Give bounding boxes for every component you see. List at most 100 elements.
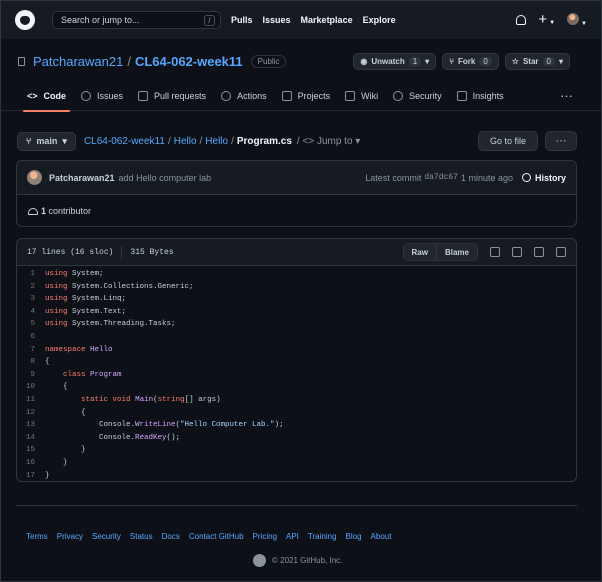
nav-marketplace[interactable]: Marketplace <box>301 15 353 25</box>
tab-label: Projects <box>297 90 331 101</box>
create-new-button[interactable]: + ▼ <box>538 12 555 27</box>
desktop-icon[interactable] <box>490 247 500 257</box>
branch-selector[interactable]: ⑂ main ▾ <box>17 131 76 151</box>
nav-issues[interactable]: Issues <box>263 15 291 25</box>
raw-button[interactable]: Raw <box>403 244 436 260</box>
tab-security[interactable]: Security <box>393 81 442 111</box>
line-number[interactable]: 11 <box>17 394 45 407</box>
line-number[interactable]: 16 <box>17 457 45 470</box>
github-logo-icon[interactable] <box>15 10 35 30</box>
source-code: } <box>45 470 50 482</box>
tab-pull-requests[interactable]: Pull requests <box>138 81 206 111</box>
footer-link-docs[interactable]: Docs <box>162 532 180 541</box>
chevron-down-icon: ▾ <box>425 56 430 66</box>
footer-link-api[interactable]: API <box>286 532 299 541</box>
line-number[interactable]: 6 <box>17 331 45 344</box>
profile-menu-button[interactable]: ▼ <box>567 13 587 27</box>
tab-code[interactable]: <> Code <box>22 81 71 112</box>
path-separator: / <box>127 53 131 69</box>
breadcrumb-repo-link[interactable]: CL64-062-week11 <box>84 136 165 147</box>
bell-icon[interactable] <box>516 15 527 25</box>
line-number[interactable]: 3 <box>17 293 45 306</box>
pull-request-icon <box>138 90 149 101</box>
footer-link-contact[interactable]: Contact GitHub <box>189 532 244 541</box>
line-number[interactable]: 10 <box>17 381 45 394</box>
github-logo-icon[interactable] <box>253 554 266 567</box>
line-number[interactable]: 13 <box>17 419 45 432</box>
jump-to-button[interactable]: / <> Jump to ▾ <box>297 136 360 147</box>
footer-link-training[interactable]: Training <box>308 532 337 541</box>
line-number[interactable]: 4 <box>17 306 45 319</box>
tab-wiki[interactable]: Wiki <box>345 81 378 111</box>
line-number[interactable]: 14 <box>17 432 45 445</box>
repo-name-link[interactable]: CL64-062-week11 <box>135 54 243 69</box>
line-number[interactable]: 2 <box>17 281 45 294</box>
nav-explore[interactable]: Explore <box>363 15 396 25</box>
search-placeholder: Search or jump to... <box>61 15 140 25</box>
code-token: string <box>157 395 185 404</box>
shield-icon <box>393 90 404 101</box>
code-token: Console. <box>45 421 136 430</box>
line-number[interactable]: 1 <box>17 268 45 281</box>
commit-message-link[interactable]: add Hello computer lab <box>119 173 212 183</box>
people-icon <box>28 207 38 215</box>
footer-link-terms[interactable]: Terms <box>26 532 48 541</box>
code-token: using <box>45 282 68 291</box>
breadcrumb-folder-link[interactable]: Hello <box>174 136 197 147</box>
tab-insights[interactable]: Insights <box>456 81 504 111</box>
line-number[interactable]: 7 <box>17 344 45 357</box>
tab-label: Pull requests <box>154 90 207 101</box>
code-view[interactable]: 1 using System; 2 using System.Collections.… <box>17 266 576 482</box>
code-token: { <box>45 383 68 392</box>
copyright-text: © 2021 GitHub, Inc. <box>272 556 343 565</box>
code-line: 3 using System.Linq; <box>17 293 576 306</box>
star-label: Star <box>522 56 539 66</box>
unwatch-button[interactable]: ◉ Unwatch 1 ▾ <box>353 52 437 70</box>
footer-link-pricing[interactable]: Pricing <box>253 532 277 541</box>
graph-icon <box>456 90 467 101</box>
go-to-file-button[interactable]: Go to file <box>477 131 538 151</box>
trash-icon[interactable] <box>556 247 566 257</box>
line-number[interactable]: 12 <box>17 407 45 420</box>
star-count: 0 <box>542 56 555 66</box>
fork-button[interactable]: ⑂ Fork 0 <box>442 52 499 70</box>
footer-link-about[interactable]: About <box>371 532 392 541</box>
footer-link-status[interactable]: Status <box>130 532 153 541</box>
code-token: System.Collections.Generic; <box>67 282 194 291</box>
code-token: ); <box>274 421 284 430</box>
tab-projects[interactable]: Projects <box>281 81 331 111</box>
blame-button[interactable]: Blame <box>435 244 477 260</box>
source-code: using System.Linq; <box>45 293 126 306</box>
tab-actions[interactable]: Actions <box>221 81 267 111</box>
commit-sha-link[interactable]: da7dc67 <box>424 173 458 182</box>
more-tabs-button[interactable]: ··· <box>560 88 573 103</box>
code-token: System.Linq; <box>67 295 127 304</box>
code-line: 7 namespace Hello <box>17 344 576 357</box>
line-number[interactable]: 15 <box>17 444 45 457</box>
line-number[interactable]: 9 <box>17 369 45 382</box>
breadcrumb-folder-link[interactable]: Hello <box>205 136 228 147</box>
line-number[interactable]: 17 <box>17 470 45 482</box>
commit-author-avatar[interactable] <box>27 170 42 185</box>
footer-link-security[interactable]: Security <box>92 532 121 541</box>
play-icon <box>221 90 232 101</box>
tab-issues[interactable]: Issues <box>81 81 123 111</box>
more-options-button[interactable]: ··· <box>545 131 577 151</box>
tab-label: Security <box>409 90 442 101</box>
line-number[interactable]: 8 <box>17 356 45 369</box>
fork-label: Fork <box>458 56 476 66</box>
history-button[interactable]: History <box>521 173 566 183</box>
code-line: 9 class Program <box>17 369 576 382</box>
search-input[interactable]: Search or jump to... / <box>52 11 221 29</box>
code-token: [] args) <box>184 395 221 404</box>
star-button[interactable]: ☆ Star 0 ▾ <box>504 52 570 70</box>
copy-icon[interactable] <box>512 247 522 257</box>
repo-owner-link[interactable]: Patcharawan21 <box>33 54 123 69</box>
pencil-icon[interactable] <box>534 247 544 257</box>
line-number[interactable]: 5 <box>17 318 45 331</box>
footer-link-privacy[interactable]: Privacy <box>57 532 83 541</box>
nav-pulls[interactable]: Pulls <box>231 15 253 25</box>
footer-link-blog[interactable]: Blog <box>346 532 362 541</box>
commit-author-link[interactable]: Patcharawan21 <box>49 173 115 183</box>
code-token: static <box>81 395 109 404</box>
